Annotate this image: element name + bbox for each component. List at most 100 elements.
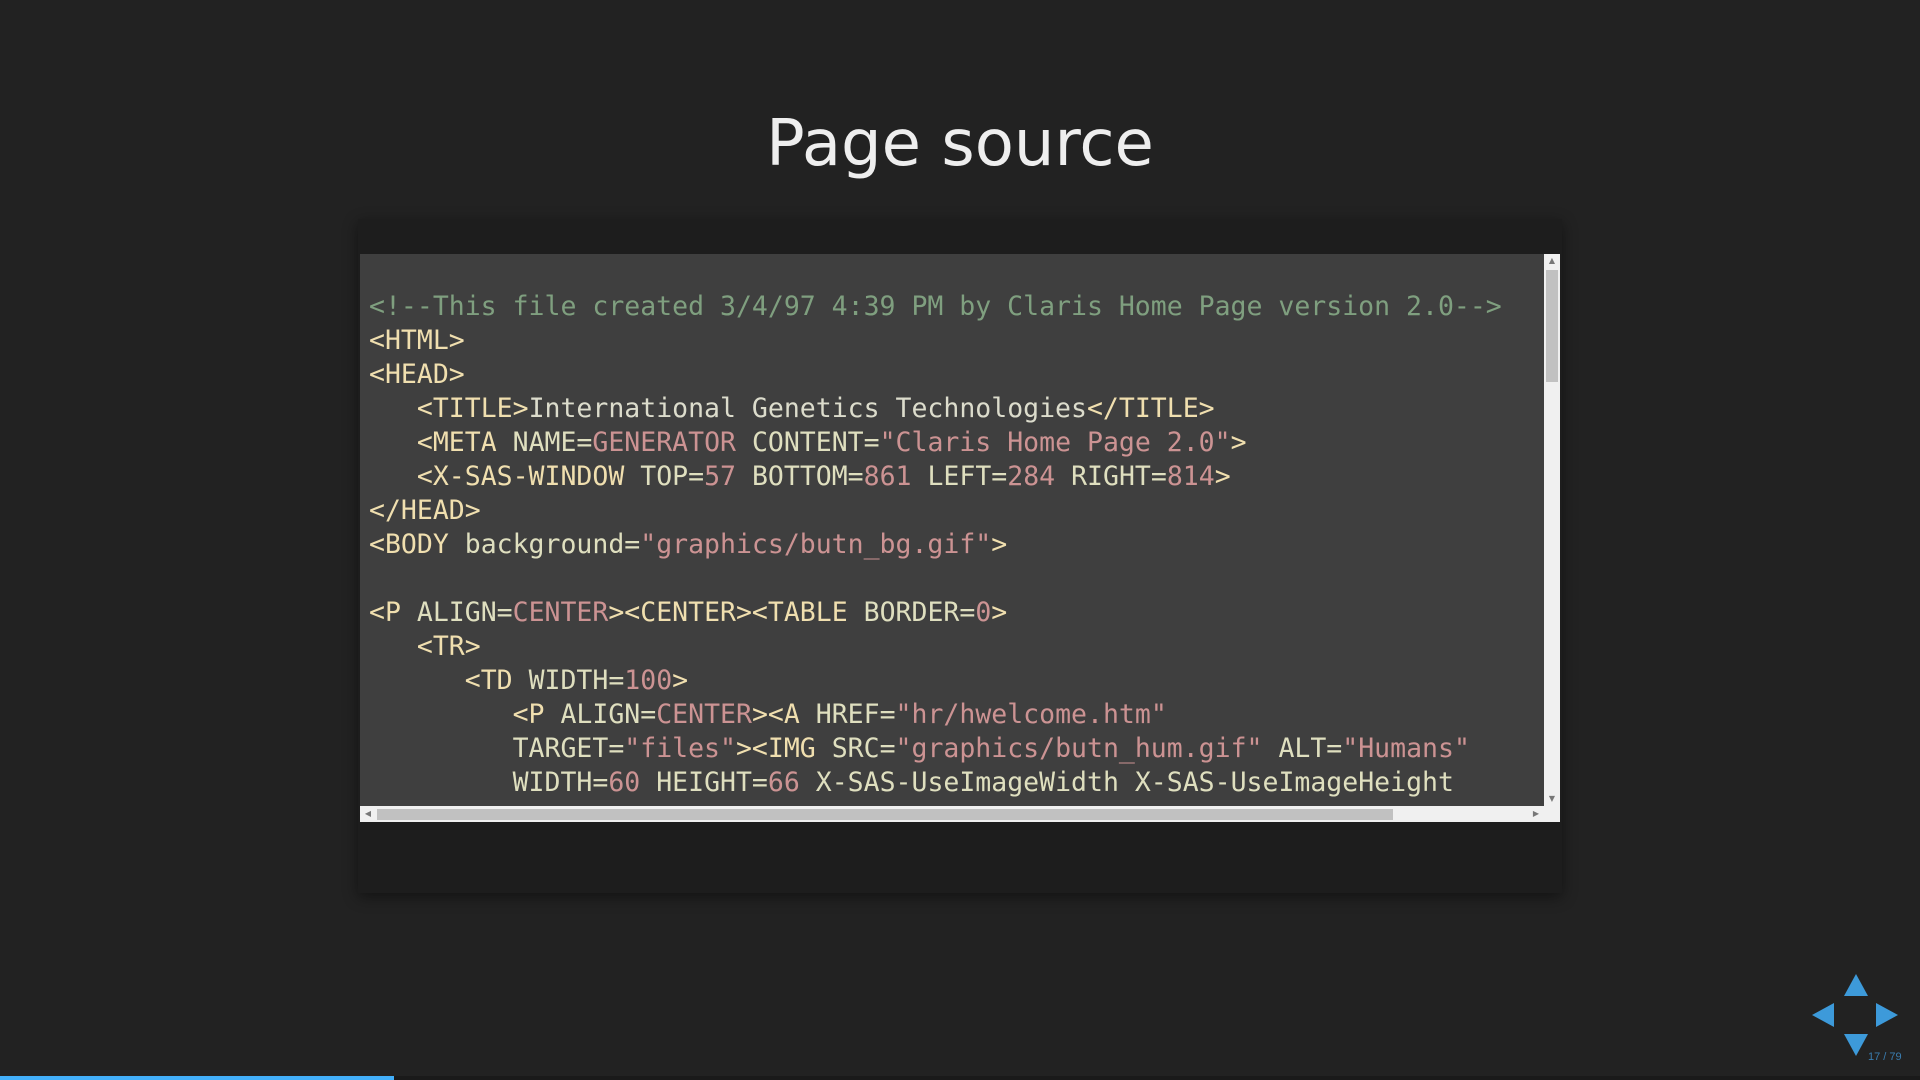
slide: Page source <!--This file created 3/4/97…: [0, 0, 1920, 1080]
scroll-left-arrow-icon[interactable]: ◀: [360, 807, 376, 821]
progress-bar-fill: [0, 1076, 394, 1080]
code-token: <TR>: [416, 631, 481, 662]
code-token: background=: [448, 529, 641, 560]
code-line: WIDTH=60 HEIGHT=66 X-SAS-UseImageWidth X…: [369, 766, 1544, 800]
code-token: 861: [863, 461, 912, 492]
code-token: WIDTH=: [512, 665, 625, 696]
code-token: </HEAD>: [369, 495, 481, 526]
code-token: ALIGN=: [400, 597, 513, 628]
slide-navigation: [1810, 970, 1900, 1060]
code-line: <HEAD>: [369, 358, 1544, 392]
code-token: ><A: [751, 699, 800, 730]
scroll-up-arrow-icon[interactable]: ▲: [1544, 254, 1560, 268]
code-token: <HEAD>: [369, 359, 465, 390]
code-token: BOTTOM=: [736, 461, 864, 492]
code-scroll-area[interactable]: <!--This file created 3/4/97 4:39 PM by …: [360, 254, 1544, 806]
code-token: ><CENTER><TABLE: [608, 597, 848, 628]
code-line: <P ALIGN=CENTER><CENTER><TABLE BORDER=0>: [369, 596, 1544, 630]
code-line: </HEAD>: [369, 494, 1544, 528]
code-token: LEFT=: [911, 461, 1008, 492]
code-token: <TITLE>: [416, 393, 529, 424]
navigate-left-icon[interactable]: [1812, 1003, 1834, 1027]
scroll-right-arrow-icon[interactable]: ▶: [1528, 807, 1544, 821]
code-line: <TD WIDTH=100>: [369, 664, 1544, 698]
code-token: HREF=: [799, 699, 896, 730]
code-line: TARGET="files"><IMG SRC="graphics/butn_h…: [369, 732, 1544, 766]
code-block: <!--This file created 3/4/97 4:39 PM by …: [358, 219, 1562, 893]
code-token: TOP=: [624, 461, 705, 492]
code-token: GENERATOR: [592, 427, 736, 458]
code-token: "hr/hwelcome.htm": [895, 699, 1167, 730]
code-token: 66: [767, 767, 800, 798]
source-code: <!--This file created 3/4/97 4:39 PM by …: [360, 254, 1544, 800]
code-line: <P ALIGN=CENTER><A HREF="hr/hwelcome.htm…: [369, 698, 1544, 732]
scroll-down-arrow-icon[interactable]: ▼: [1544, 792, 1560, 806]
code-token: <HTML>: [369, 325, 465, 356]
vertical-scrollbar[interactable]: ▲ ▼: [1544, 254, 1560, 806]
code-token: </TITLE>: [1086, 393, 1215, 424]
code-token: NAME=: [496, 427, 593, 458]
horizontal-scroll-thumb[interactable]: [377, 809, 1393, 820]
code-token: >: [1230, 427, 1247, 458]
vertical-scroll-thumb[interactable]: [1546, 270, 1558, 382]
code-line: <TITLE>International Genetics Technologi…: [369, 392, 1544, 426]
horizontal-scrollbar[interactable]: ◀ ▶: [360, 806, 1544, 822]
code-token: <TD: [464, 665, 513, 696]
navigate-up-icon[interactable]: [1844, 974, 1868, 996]
code-token: International Genetics Technologies: [528, 393, 1087, 424]
navigate-down-icon[interactable]: [1844, 1034, 1868, 1056]
scrollbar-corner: [1544, 806, 1560, 822]
code-token: ALT=: [1262, 733, 1343, 764]
code-token: 100: [624, 665, 673, 696]
code-token: >: [672, 665, 689, 696]
code-token: >: [991, 597, 1008, 628]
navigate-right-icon[interactable]: [1876, 1003, 1898, 1027]
code-token: RIGHT=: [1055, 461, 1167, 492]
code-token: ALIGN=: [544, 699, 657, 730]
code-token: <!--This file created 3/4/97 4:39 PM by …: [369, 291, 1502, 322]
code-token: 57: [704, 461, 736, 492]
code-token: <BODY: [369, 529, 449, 560]
code-token: >: [1214, 461, 1231, 492]
code-token: 284: [1007, 461, 1056, 492]
code-line: <META NAME=GENERATOR CONTENT="Claris Hom…: [369, 426, 1544, 460]
slide-number: 17 / 79: [1868, 1051, 1902, 1063]
code-token: >: [991, 529, 1008, 560]
code-line: <TR>: [369, 630, 1544, 664]
code-token: <P: [369, 597, 401, 628]
code-token: SRC=: [815, 733, 896, 764]
progress-bar[interactable]: [0, 1076, 1920, 1080]
code-token: <P: [512, 699, 545, 730]
code-token: CONTENT=: [735, 427, 880, 458]
slide-title: Page source: [766, 107, 1154, 181]
code-token: <X-SAS-WINDOW: [416, 461, 625, 492]
code-viewport[interactable]: <!--This file created 3/4/97 4:39 PM by …: [360, 254, 1560, 822]
code-token: BORDER=: [847, 597, 976, 628]
code-line: <!--This file created 3/4/97 4:39 PM by …: [369, 290, 1544, 324]
code-token: "graphics/butn_bg.gif": [640, 529, 992, 560]
code-token: "files": [624, 733, 736, 764]
code-token: WIDTH=: [512, 767, 609, 798]
code-token: ><IMG: [735, 733, 816, 764]
code-token: <META: [416, 427, 497, 458]
code-token: CENTER: [512, 597, 609, 628]
code-token: "graphics/butn_hum.gif": [895, 733, 1263, 764]
code-line: <BODY background="graphics/butn_bg.gif">: [369, 528, 1544, 562]
code-line: <HTML>: [369, 324, 1544, 358]
code-token: "Claris Home Page 2.0": [879, 427, 1231, 458]
code-token: 814: [1166, 461, 1215, 492]
code-token: 0: [975, 597, 992, 628]
code-token: HEIGHT=: [640, 767, 768, 798]
code-token: "Humans": [1342, 733, 1470, 764]
code-token: TARGET=: [512, 733, 625, 764]
code-token: CENTER: [656, 699, 752, 730]
